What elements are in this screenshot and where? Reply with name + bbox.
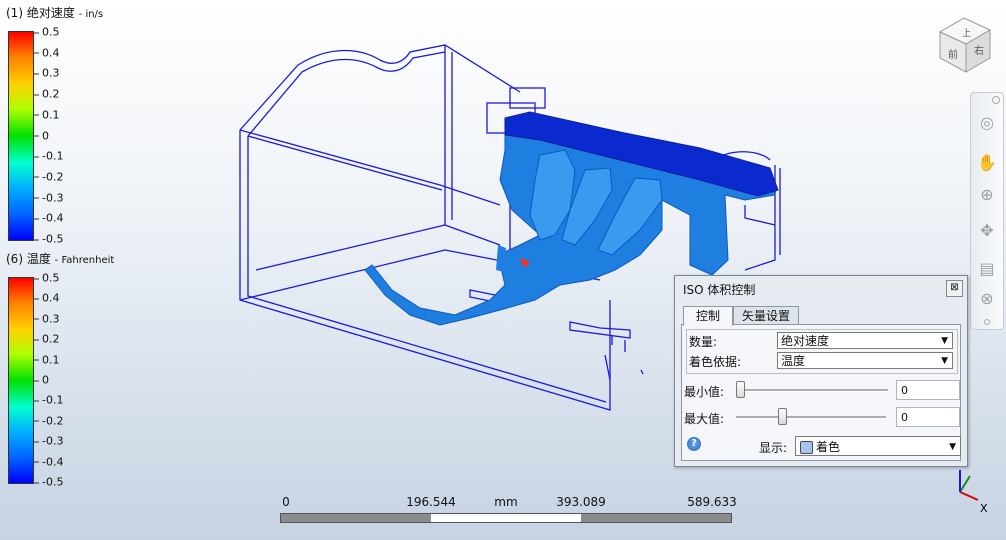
navbar-menu-dot[interactable] — [984, 319, 990, 325]
center-icon[interactable]: ⊗ — [976, 287, 998, 309]
steering-wheel-icon[interactable]: ◎ — [976, 111, 998, 133]
orbit-icon[interactable]: ✥ — [976, 219, 998, 241]
color-by-select[interactable]: 温度 ▼ — [777, 352, 953, 369]
max-value-field[interactable]: 0 — [896, 407, 960, 427]
min-value-field[interactable]: 0 — [896, 380, 960, 400]
navigation-bar: ◎ ✋ ⊕ ✥ ▤ ⊗ — [970, 92, 1004, 330]
shaded-cube-icon — [800, 441, 813, 454]
scale-label-0: 0 — [282, 495, 290, 509]
tab-vector-settings[interactable]: 矢量设置 — [733, 306, 799, 325]
iso-volume-control-dialog: ISO 体积控制 ⊠ 控制 矢量设置 数量: 绝对速度 ▼ 着色依据: 温度 ▼ 最… — [674, 275, 968, 467]
max-label: 最大值: — [684, 412, 725, 426]
chevron-down-icon: ▼ — [949, 442, 956, 452]
viewcube-right-label: 右 — [974, 44, 984, 57]
quantity-group: 数量: 绝对速度 ▼ 着色依据: 温度 ▼ — [686, 329, 958, 374]
color-by-label: 着色依据: — [689, 355, 742, 369]
display-select[interactable]: 着色 ▼ — [795, 436, 961, 456]
zoom-icon[interactable]: ⊕ — [976, 183, 998, 205]
viewcube-front-label: 前 — [948, 48, 958, 61]
min-label: 最小值: — [684, 385, 725, 399]
svg-text:X: X — [980, 502, 988, 515]
max-slider[interactable] — [736, 407, 886, 427]
viewcube[interactable]: 上 前 右 — [934, 14, 994, 76]
display-label: 显示: — [759, 441, 788, 455]
rewind-icon[interactable]: ▤ — [976, 257, 998, 279]
pan-icon[interactable]: ✋ — [976, 151, 998, 173]
scale-label-2: 393.089 — [556, 495, 606, 509]
navbar-close-dot[interactable] — [992, 96, 1000, 104]
tab-control[interactable]: 控制 — [683, 306, 733, 326]
quantity-select[interactable]: 绝对速度 ▼ — [777, 332, 953, 349]
max-slider-thumb[interactable] — [778, 408, 788, 425]
close-button[interactable]: ⊠ — [946, 280, 963, 297]
min-slider[interactable] — [736, 380, 888, 400]
scale-label-1: 196.544 — [406, 495, 456, 509]
quantity-label: 数量: — [689, 335, 718, 349]
help-icon[interactable]: ? — [687, 437, 701, 451]
dialog-title: ISO 体积控制 — [683, 283, 756, 297]
axis-triad: X — [959, 470, 988, 515]
chevron-down-icon: ▼ — [941, 356, 948, 366]
scale-unit: mm — [494, 495, 518, 509]
scale-label-3: 589.633 — [687, 495, 737, 509]
min-slider-thumb[interactable] — [736, 381, 745, 398]
chevron-down-icon: ▼ — [941, 336, 948, 346]
viewcube-top-label: 上 — [962, 28, 971, 39]
